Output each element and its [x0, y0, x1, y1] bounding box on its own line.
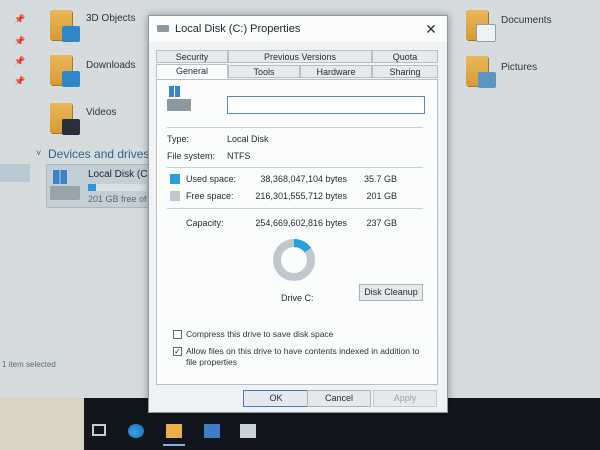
tab-sharing[interactable]: Sharing	[372, 65, 438, 78]
index-label: Allow files on this drive to have conten…	[186, 346, 420, 367]
separator	[167, 167, 423, 168]
search-box[interactable]	[0, 398, 84, 450]
nav-pane-selection[interactable]	[0, 164, 30, 182]
film-icon	[62, 119, 80, 135]
status-text: 1 item selected	[2, 360, 56, 369]
windows-logo-icon	[169, 86, 180, 97]
type-value: Local Disk	[227, 134, 269, 144]
section-title: Devices and drives	[48, 147, 150, 161]
picture-icon	[478, 72, 496, 88]
drive-free-text: 201 GB free of	[88, 194, 147, 204]
pin-icon[interactable]: 📌	[14, 36, 25, 47]
capacity-gb: 237 GB	[366, 218, 397, 228]
capacity-bytes: 254,669,602,816 bytes	[255, 218, 347, 228]
drive-name: Local Disk (C:)	[88, 169, 154, 180]
title-bar[interactable]: Local Disk (C:) Properties ✕	[149, 16, 447, 42]
cancel-button[interactable]: Cancel	[307, 390, 371, 407]
folder-icon	[466, 10, 496, 42]
pin-icon[interactable]: 📌	[14, 14, 25, 25]
used-space-gb: 35.7 GB	[363, 174, 397, 184]
drive-capacity-fill	[88, 184, 97, 191]
ok-button[interactable]: OK	[243, 390, 309, 407]
disk-cleanup-button[interactable]: Disk Cleanup	[359, 284, 423, 301]
drive-icon	[167, 86, 191, 111]
task-view-icon[interactable]	[92, 424, 106, 436]
drive-icon	[157, 25, 169, 32]
capacity-label: Capacity:	[186, 218, 224, 228]
drive-caption: Drive C:	[281, 293, 314, 303]
tab-hardware[interactable]: Hardware	[300, 65, 372, 78]
folder-label: Documents	[501, 15, 552, 26]
tab-tools[interactable]: Tools	[228, 65, 300, 78]
folder-label: Pictures	[501, 62, 538, 73]
pin-icon[interactable]: 📌	[14, 56, 25, 67]
store-icon[interactable]	[204, 424, 220, 438]
chevron-down-icon[interactable]: ˅	[36, 148, 41, 158]
free-space-gb: 201 GB	[366, 191, 397, 201]
file-system-value: NTFS	[227, 151, 251, 161]
compress-label: Compress this drive to save disk space	[186, 329, 334, 339]
folder-icon	[50, 103, 80, 135]
arrow-down-icon	[62, 71, 80, 87]
free-space-bytes: 216,301,555,712 bytes	[255, 191, 347, 201]
cube-icon	[62, 26, 80, 42]
folder-icon	[466, 56, 496, 88]
separator	[167, 127, 423, 128]
properties-dialog: Local Disk (C:) Properties ✕ Security Pr…	[148, 15, 448, 413]
free-space-swatch	[170, 191, 180, 201]
folder-icon	[50, 55, 80, 87]
tab-quota[interactable]: Quota	[372, 50, 438, 63]
drive-label-input[interactable]	[227, 96, 425, 114]
dialog-title: Local Disk (C:) Properties	[175, 23, 301, 35]
disk-usage-donut-chart	[273, 239, 315, 281]
folder-label: Videos	[86, 107, 117, 118]
mail-icon[interactable]	[240, 424, 256, 438]
compress-checkbox[interactable]	[173, 330, 182, 339]
used-space-bytes: 38,368,047,104 bytes	[260, 174, 347, 184]
file-explorer-icon[interactable]	[166, 424, 182, 438]
drive-capacity-bar	[88, 184, 146, 191]
index-checkbox[interactable]: ✓	[173, 347, 182, 356]
tab-general[interactable]: General	[156, 64, 228, 79]
free-space-label: Free space:	[186, 191, 234, 201]
pin-icon[interactable]: 📌	[14, 76, 25, 87]
apply-button[interactable]: Apply	[373, 390, 437, 407]
used-space-label: Used space:	[186, 174, 237, 184]
tab-previous-versions[interactable]: Previous Versions	[228, 50, 372, 63]
windows-logo-icon	[53, 170, 67, 184]
drive-icon	[50, 170, 80, 200]
used-space-swatch	[170, 174, 180, 184]
type-label: Type:	[167, 134, 190, 144]
close-button[interactable]: ✕	[421, 20, 441, 38]
separator	[167, 208, 423, 209]
file-system-label: File system:	[167, 151, 216, 161]
document-icon	[476, 24, 496, 42]
folder-label: Downloads	[86, 60, 136, 71]
tab-security[interactable]: Security	[156, 50, 228, 63]
edge-icon[interactable]	[128, 424, 144, 438]
folder-icon	[50, 10, 80, 42]
folder-label: 3D Objects	[86, 13, 136, 24]
active-app-indicator	[163, 444, 185, 446]
